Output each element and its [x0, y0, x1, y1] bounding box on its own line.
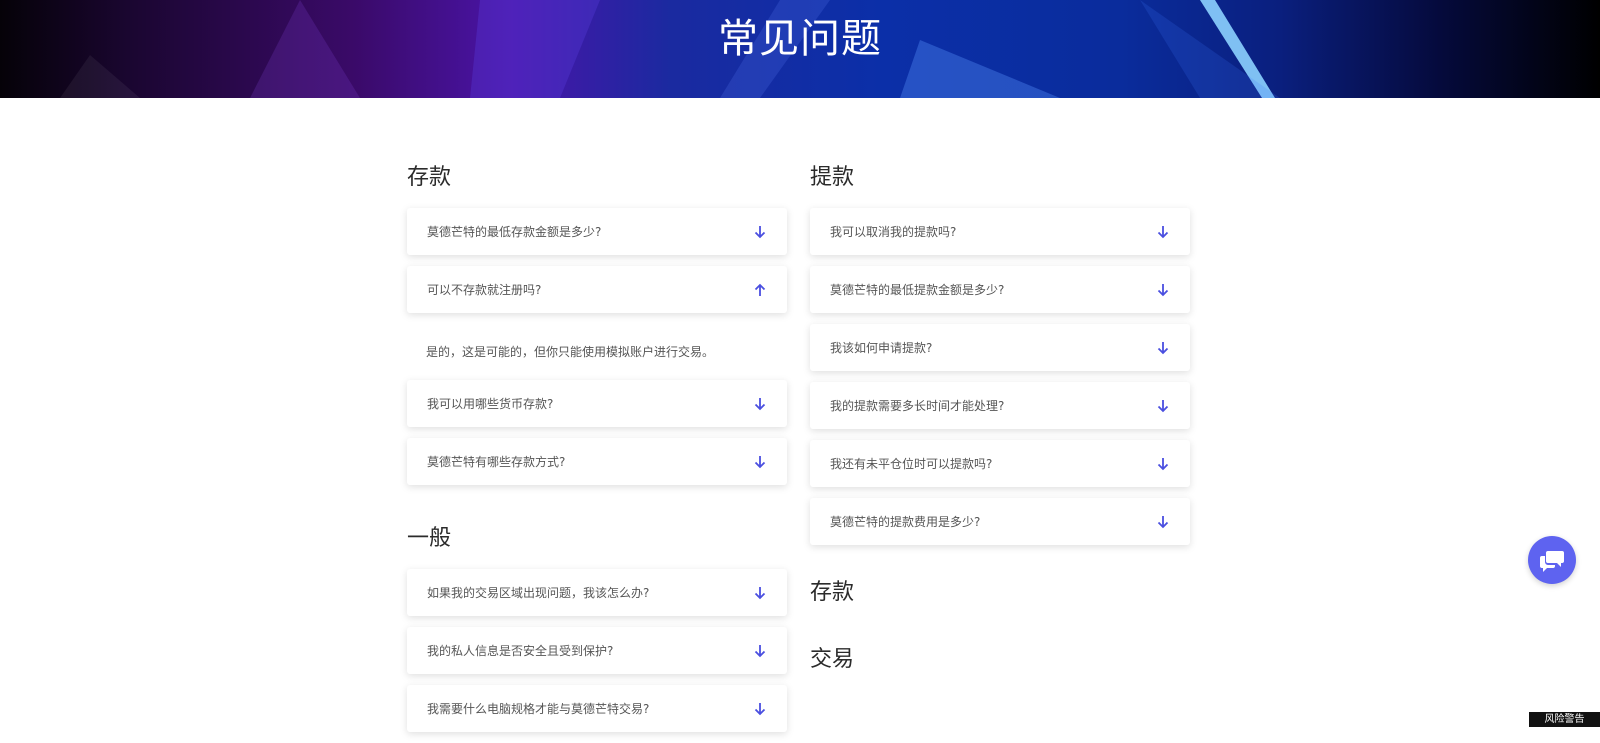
hero-banner: 常见问题	[0, 0, 1600, 98]
faq-item[interactable]: 莫德芒特的最低提款金额是多少?	[810, 266, 1190, 313]
faq-item[interactable]: 我可以用哪些货币存款?	[407, 380, 787, 427]
arrow-down-icon	[1157, 515, 1169, 528]
faq-item[interactable]: 我需要什么电脑规格才能与莫德芒特交易?	[407, 685, 787, 732]
faq-column-left: 存款 莫德芒特的最低存款金额是多少? 可以不存款就注册吗? 是的，这是可能的，但…	[407, 162, 787, 743]
faq-question: 我的私人信息是否安全且受到保护?	[427, 644, 614, 658]
arrow-down-icon	[1157, 399, 1169, 412]
faq-question: 我可以取消我的提款吗?	[830, 225, 957, 239]
faq-item[interactable]: 我该如何申请提款?	[810, 324, 1190, 371]
faq-question: 莫德芒特的最低提款金额是多少?	[830, 283, 1005, 297]
arrow-down-icon	[1157, 283, 1169, 296]
page-title: 常见问题	[718, 16, 882, 62]
faq-question: 我还有未平仓位时可以提款吗?	[830, 457, 993, 471]
faq-question: 如果我的交易区域出现问题，我该怎么办?	[427, 586, 650, 600]
faq-question: 可以不存款就注册吗?	[427, 283, 542, 297]
faq-item[interactable]: 莫德芒特的最低存款金额是多少?	[407, 208, 787, 255]
faq-answer: 是的，这是可能的，但你只能使用模拟账户进行交易。	[426, 344, 715, 359]
faq-question: 我可以用哪些货币存款?	[427, 397, 554, 411]
arrow-down-icon	[754, 225, 766, 238]
arrow-down-icon	[1157, 457, 1169, 470]
faq-question: 我的提款需要多长时间才能处理?	[830, 399, 1005, 413]
arrow-down-icon	[1157, 341, 1169, 354]
faq-item[interactable]: 我还有未平仓位时可以提款吗?	[810, 440, 1190, 487]
arrow-down-icon	[754, 455, 766, 468]
faq-item[interactable]: 我的提款需要多长时间才能处理?	[810, 382, 1190, 429]
faq-item[interactable]: 莫德芒特的提款费用是多少?	[810, 498, 1190, 545]
faq-question: 莫德芒特的最低存款金额是多少?	[427, 225, 602, 239]
arrow-down-icon	[754, 702, 766, 715]
chat-button[interactable]	[1528, 536, 1576, 584]
faq-item[interactable]: 我可以取消我的提款吗?	[810, 208, 1190, 255]
arrow-down-icon	[1157, 225, 1169, 238]
faq-question: 莫德芒特有哪些存款方式?	[427, 455, 566, 469]
arrow-up-icon	[754, 283, 766, 296]
faq-question: 我需要什么电脑规格才能与莫德芒特交易?	[427, 702, 650, 716]
faq-item[interactable]: 如果我的交易区域出现问题，我该怎么办?	[407, 569, 787, 616]
section-title-deposit: 存款	[407, 165, 452, 190]
section-title-trading[interactable]: 交易	[810, 644, 1190, 676]
risk-warning-tab[interactable]: 风险警告	[1529, 712, 1600, 727]
section-title-withdrawal: 提款	[810, 165, 855, 190]
arrow-down-icon	[754, 644, 766, 657]
arrow-down-icon	[754, 397, 766, 410]
section-title-deposit-2[interactable]: 存款	[810, 577, 1190, 609]
faq-question: 莫德芒特的提款费用是多少?	[830, 515, 981, 529]
faq-item[interactable]: 我的私人信息是否安全且受到保护?	[407, 627, 787, 674]
chat-bubbles-icon	[1540, 551, 1564, 572]
faq-item[interactable]: 莫德芒特有哪些存款方式?	[407, 438, 787, 485]
faq-item-expanded[interactable]: 可以不存款就注册吗?	[407, 266, 787, 313]
faq-column-right: 提款 我可以取消我的提款吗? 莫德芒特的最低提款金额是多少? 我该如何申请提款?…	[810, 162, 1190, 690]
arrow-down-icon	[754, 586, 766, 599]
faq-question: 我该如何申请提款?	[830, 341, 933, 355]
section-title-general: 一般	[407, 526, 452, 551]
